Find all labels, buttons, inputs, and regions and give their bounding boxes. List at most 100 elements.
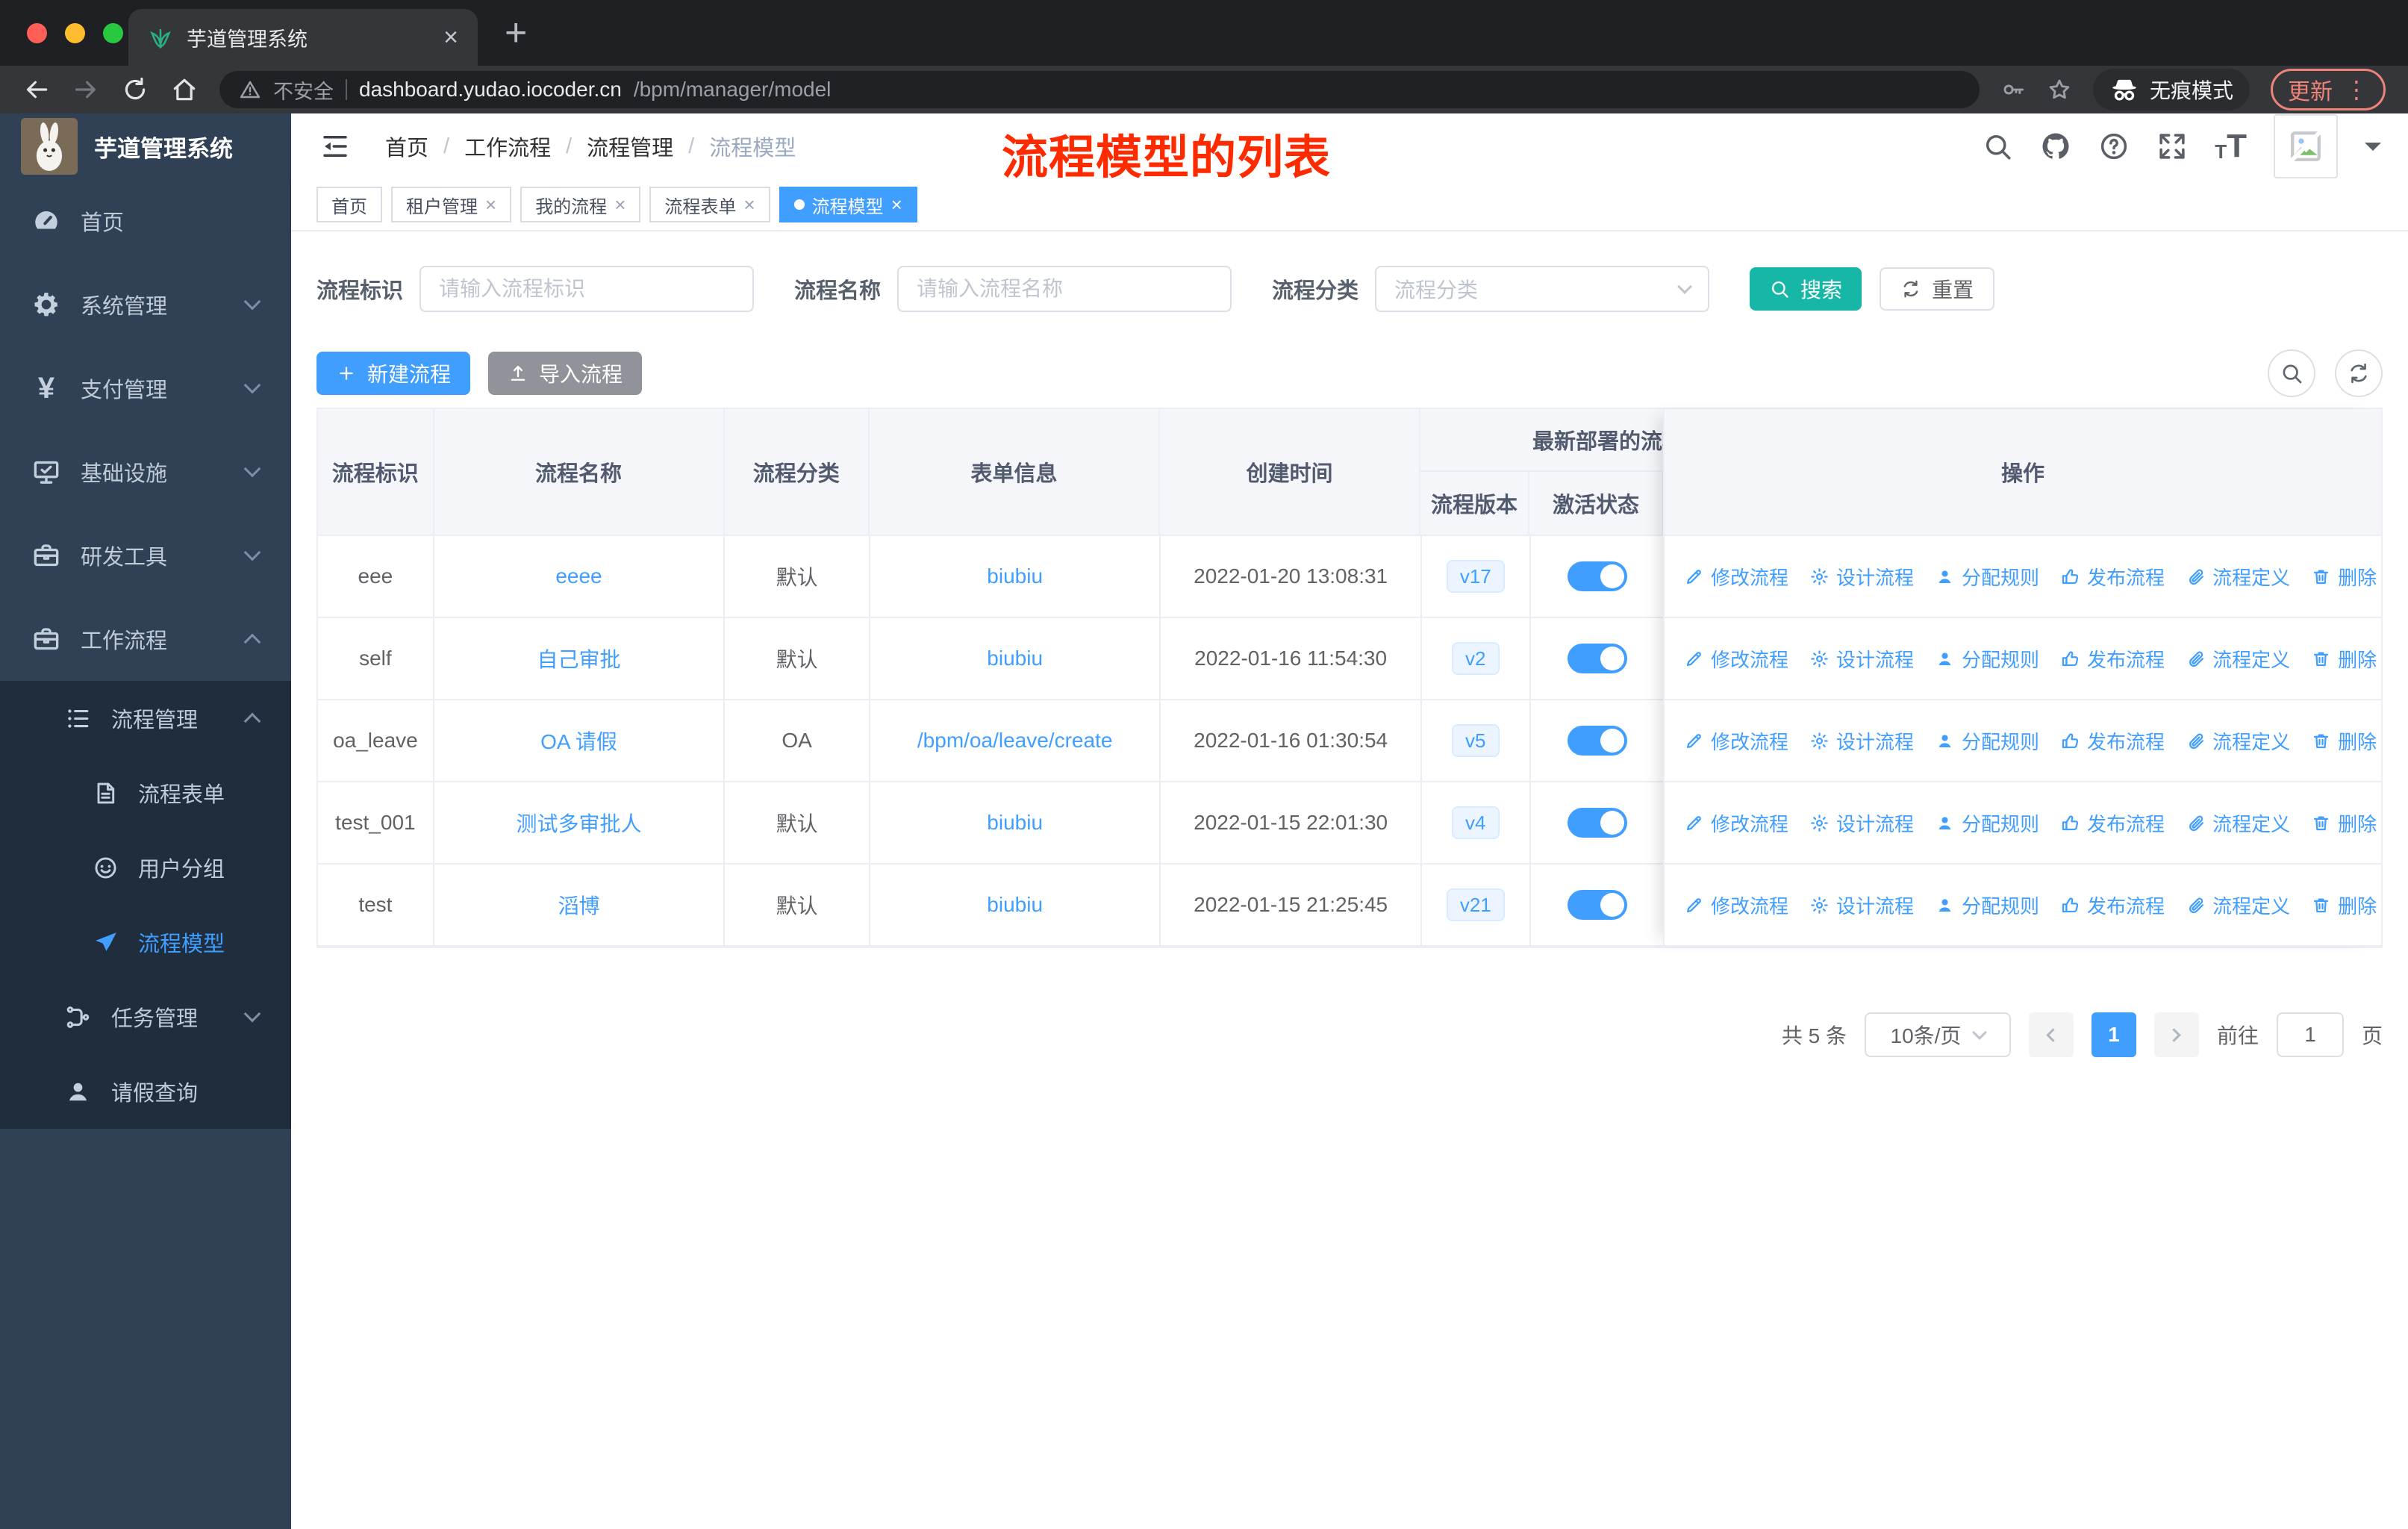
sidebar-item-process-management[interactable]: 流程管理 — [0, 681, 291, 756]
form-info-link[interactable]: biubiu — [987, 893, 1043, 917]
home-icon[interactable] — [170, 75, 199, 104]
sidebar-item-system-management[interactable]: 系统管理 — [0, 263, 291, 346]
breadcrumb-item[interactable]: 首页 — [385, 131, 428, 162]
form-info-link[interactable]: /bpm/oa/leave/create — [917, 729, 1113, 753]
definition-action[interactable]: 流程定义 — [2186, 645, 2290, 673]
github-icon[interactable] — [2040, 131, 2071, 162]
url-bar[interactable]: 不安全 dashboard.yudao.iocoder.cn /bpm/mana… — [219, 71, 1980, 108]
breadcrumb-item[interactable]: 流程模型 — [709, 131, 796, 162]
process-name-link[interactable]: 测试多审批人 — [516, 808, 641, 838]
avatar[interactable] — [2274, 114, 2338, 178]
breadcrumb-item[interactable]: 流程管理 — [587, 131, 673, 162]
search-button[interactable]: 搜索 — [1750, 267, 1862, 311]
process-key-input[interactable] — [419, 266, 755, 312]
sidebar-collapse-icon[interactable] — [318, 131, 352, 162]
fullscreen-icon[interactable] — [2156, 131, 2188, 162]
publish-action[interactable]: 发布流程 — [2060, 645, 2165, 673]
sidebar-item-task-management[interactable]: 任务管理 — [0, 980, 291, 1054]
next-page-button[interactable] — [2153, 1012, 2199, 1057]
back-icon[interactable] — [22, 75, 51, 104]
sidebar-item-infrastructure[interactable]: 基础设施 — [0, 430, 291, 514]
reload-icon[interactable] — [121, 75, 149, 104]
active-toggle[interactable] — [1567, 808, 1627, 838]
sidebar-item-process-model[interactable]: 流程模型 — [0, 905, 291, 980]
tag-close-icon[interactable]: × — [485, 195, 496, 214]
process-name-link[interactable]: 滔博 — [558, 890, 599, 920]
assign-action[interactable]: 分配规则 — [1935, 809, 2039, 837]
process-name-input[interactable] — [897, 266, 1232, 312]
breadcrumb-item[interactable]: 工作流程 — [464, 131, 551, 162]
publish-action[interactable]: 发布流程 — [2060, 727, 2165, 755]
browser-menu-icon[interactable]: ⋮ — [2345, 78, 2368, 102]
edit-action[interactable]: 修改流程 — [1684, 563, 1788, 591]
active-toggle[interactable] — [1567, 890, 1627, 920]
page-number-button[interactable]: 1 — [2091, 1012, 2136, 1057]
process-name-link[interactable]: eeee — [555, 564, 602, 588]
active-toggle[interactable] — [1567, 561, 1627, 591]
tag-my-process[interactable]: 我的流程 × — [520, 187, 641, 222]
delete-action[interactable]: 删除 — [2311, 727, 2377, 755]
publish-action[interactable]: 发布流程 — [2060, 809, 2165, 837]
definition-action[interactable]: 流程定义 — [2186, 891, 2290, 919]
sidebar-item-user-group[interactable]: 用户分组 — [0, 830, 291, 905]
prev-page-button[interactable] — [2028, 1012, 2074, 1057]
process-name-link[interactable]: 自己审批 — [537, 644, 620, 673]
delete-action[interactable]: 删除 — [2311, 563, 2377, 591]
definition-action[interactable]: 流程定义 — [2186, 809, 2290, 837]
tag-close-icon[interactable]: × — [614, 195, 626, 214]
tag-close-icon[interactable]: × — [891, 195, 902, 214]
browser-tab[interactable]: 芋道管理系统 × — [128, 9, 478, 66]
tag-close-icon[interactable]: × — [743, 195, 755, 214]
publish-action[interactable]: 发布流程 — [2060, 563, 2165, 591]
definition-action[interactable]: 流程定义 — [2186, 727, 2290, 755]
forward-icon[interactable] — [72, 75, 100, 104]
active-toggle[interactable] — [1567, 644, 1627, 673]
goto-page-input[interactable] — [2276, 1012, 2344, 1057]
publish-action[interactable]: 发布流程 — [2060, 891, 2165, 919]
refresh-table-button[interactable] — [2335, 349, 2383, 397]
tab-close-icon[interactable]: × — [443, 25, 458, 50]
new-tab-button[interactable]: + — [505, 12, 527, 54]
active-toggle[interactable] — [1567, 726, 1627, 756]
sidebar-item-process-form[interactable]: 流程表单 — [0, 756, 291, 830]
process-name-link[interactable]: OA 请假 — [540, 726, 617, 756]
reset-button[interactable]: 重置 — [1880, 267, 1995, 311]
assign-action[interactable]: 分配规则 — [1935, 563, 2039, 591]
tag-home[interactable]: 首页 — [316, 187, 382, 222]
sidebar-item-payment-management[interactable]: ¥ 支付管理 — [0, 346, 291, 430]
form-info-link[interactable]: biubiu — [987, 647, 1043, 670]
definition-action[interactable]: 流程定义 — [2186, 563, 2290, 591]
design-action[interactable]: 设计流程 — [1809, 809, 1914, 837]
avatar-caret-icon[interactable] — [2365, 143, 2381, 159]
design-action[interactable]: 设计流程 — [1809, 891, 1914, 919]
sidebar-item-leave-query[interactable]: 请假查询 — [0, 1054, 291, 1129]
page-size-select[interactable]: 10条/页 — [1864, 1012, 2011, 1057]
create-process-button[interactable]: 新建流程 — [316, 352, 471, 395]
search-icon[interactable] — [1982, 131, 2013, 162]
delete-action[interactable]: 删除 — [2311, 809, 2377, 837]
window-zoom-button[interactable] — [103, 22, 123, 43]
edit-action[interactable]: 修改流程 — [1684, 645, 1788, 673]
font-size-icon[interactable]: TT — [2215, 130, 2247, 163]
edit-action[interactable]: 修改流程 — [1684, 727, 1788, 755]
delete-action[interactable]: 删除 — [2311, 891, 2377, 919]
help-icon[interactable] — [2098, 131, 2130, 162]
tag-tenant-management[interactable]: 租户管理 × — [391, 187, 512, 222]
delete-action[interactable]: 删除 — [2311, 645, 2377, 673]
design-action[interactable]: 设计流程 — [1809, 563, 1914, 591]
edit-action[interactable]: 修改流程 — [1684, 809, 1788, 837]
key-icon[interactable] — [2000, 77, 2026, 102]
update-button[interactable]: 更新 ⋮ — [2271, 69, 2386, 110]
sidebar-item-dev-tools[interactable]: 研发工具 — [0, 514, 291, 597]
assign-action[interactable]: 分配规则 — [1935, 645, 2039, 673]
assign-action[interactable]: 分配规则 — [1935, 727, 2039, 755]
bookmark-star-icon[interactable] — [2047, 77, 2072, 102]
window-minimize-button[interactable] — [65, 22, 85, 43]
tag-process-model[interactable]: 流程模型 × — [779, 187, 917, 222]
import-process-button[interactable]: 导入流程 — [488, 352, 643, 395]
form-info-link[interactable]: biubiu — [987, 811, 1043, 835]
sidebar-item-home[interactable]: 首页 — [0, 179, 291, 263]
security-warning-icon[interactable] — [239, 78, 261, 101]
window-close-button[interactable] — [27, 22, 47, 43]
tag-process-form[interactable]: 流程表单 × — [649, 187, 770, 222]
